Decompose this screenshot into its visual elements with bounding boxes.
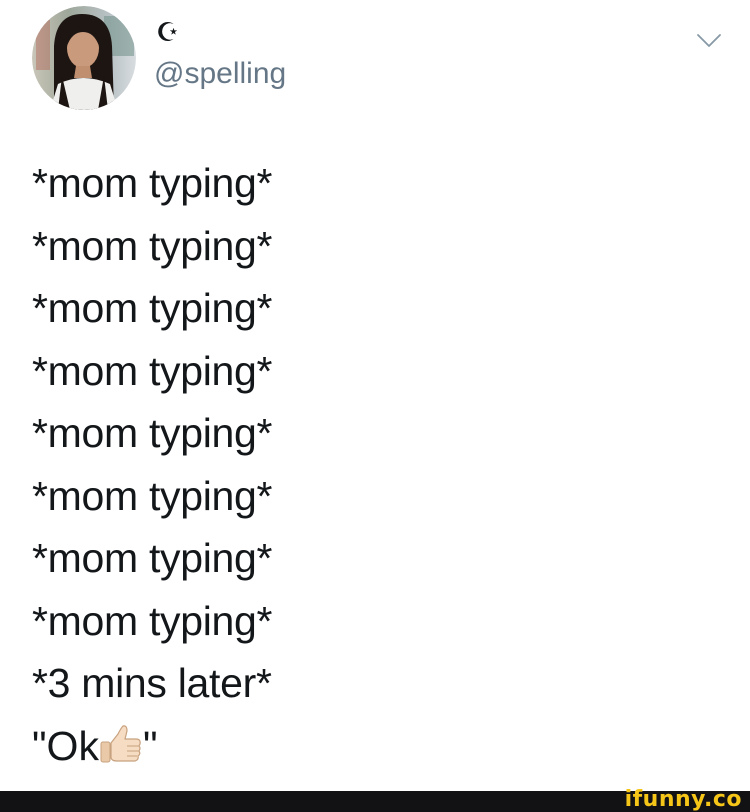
ifunny-watermark[interactable]: ifunny.co — [625, 787, 742, 812]
tweet-line: *mom typing* — [32, 222, 273, 269]
footer-bar: ifunny.co — [0, 787, 750, 812]
tweet-line: *3 mins later* — [32, 660, 272, 706]
username-handle[interactable]: @spelling — [154, 56, 286, 92]
tweet-line: *mom typing* — [32, 410, 273, 456]
final-line-suffix: " — [142, 722, 158, 769]
avatar[interactable] — [32, 6, 136, 110]
tweet-final-line: "Ok " — [32, 715, 712, 778]
tweet-text: *mom typing* *mom typing* *mom typing* *… — [32, 152, 712, 777]
tweet-line: *mom typing* — [32, 160, 273, 206]
thumbs-up-icon — [99, 722, 143, 766]
tweet-line: *mom typing* — [32, 285, 273, 331]
display-name[interactable]: ☪︎ — [156, 20, 179, 46]
tweet-line: *mom typing* — [32, 535, 273, 581]
tweet-line: *mom typing* — [32, 597, 273, 644]
tweet-line: *mom typing* — [32, 347, 273, 394]
tweet-line: *mom typing* — [32, 472, 273, 519]
chevron-down-icon[interactable] — [695, 30, 723, 50]
final-line-prefix: "Ok — [32, 722, 99, 769]
profile-photo — [32, 6, 136, 110]
tweet-screenshot: ☪︎ @spelling *mom typing* *mom typing* *… — [0, 0, 750, 812]
